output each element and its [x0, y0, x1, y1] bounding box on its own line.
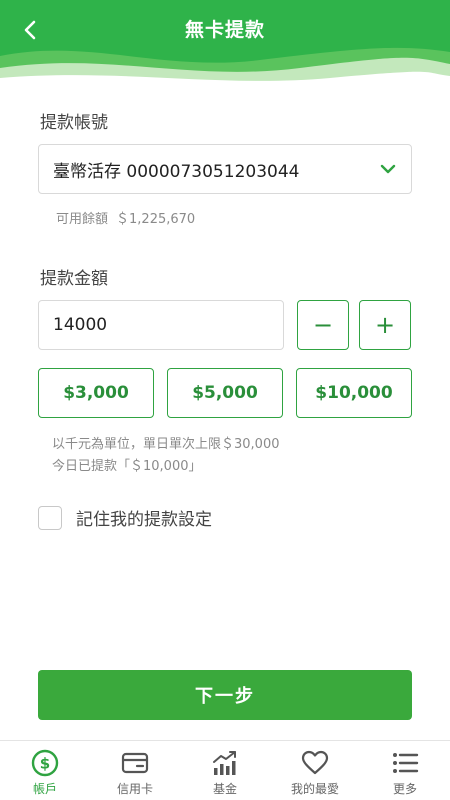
tab-credit-card[interactable]: 信用卡	[90, 741, 180, 800]
list-icon	[393, 753, 419, 773]
next-button[interactable]: 下一步	[38, 670, 412, 720]
withdraw-limit-note: 以千元為單位，單日單次上限＄30,000	[52, 437, 280, 452]
increment-button[interactable]: +	[359, 300, 411, 350]
bottom-tab-bar: $ 帳戶 信用卡 基金 我的最愛 更多	[0, 740, 450, 800]
remember-settings-label[interactable]: 記住我的提款設定	[76, 505, 212, 530]
amount-label: 提款金額	[40, 269, 108, 289]
tab-favorites[interactable]: 我的最愛	[270, 741, 360, 800]
heart-icon	[301, 750, 329, 775]
account-select[interactable]: 臺幣活存 0000073051203044	[38, 144, 412, 194]
chart-icon	[213, 751, 236, 775]
quick-amount-3000-button[interactable]: $3,000	[38, 368, 154, 418]
withdrawn-today-note: 今日已提款「＄10,000」	[52, 459, 202, 474]
balance-value: ＄1,225,670	[116, 212, 196, 227]
balance-hint: 可用餘額 ＄1,225,670	[56, 208, 195, 227]
header-bar: 無卡提款	[0, 0, 450, 88]
quick-amount-5000-button[interactable]: $5,000	[167, 368, 283, 418]
tab-fund[interactable]: 基金	[180, 741, 270, 800]
tab-account-label: 帳戶	[32, 782, 57, 796]
chevron-down-icon	[380, 164, 396, 174]
tab-credit-card-label: 信用卡	[116, 782, 153, 796]
account-select-value: 臺幣活存 0000073051203044	[53, 161, 300, 182]
tab-more-label: 更多	[392, 782, 417, 796]
dollar-circle-icon: $	[31, 749, 59, 777]
minus-icon: −	[312, 311, 334, 339]
svg-text:$: $	[40, 755, 50, 773]
tab-favorites-label: 我的最愛	[290, 782, 339, 796]
amount-input[interactable]	[38, 300, 284, 350]
account-label: 提款帳號	[40, 113, 108, 133]
tab-account[interactable]: $ 帳戶	[0, 741, 90, 800]
decrement-button[interactable]: −	[297, 300, 349, 350]
tab-more[interactable]: 更多	[360, 741, 450, 800]
tab-fund-label: 基金	[212, 782, 237, 796]
plus-icon: +	[374, 311, 396, 339]
quick-amount-10000-button[interactable]: $10,000	[296, 368, 412, 418]
credit-card-icon	[121, 752, 149, 774]
remember-settings-checkbox[interactable]	[38, 506, 62, 530]
page-title: 無卡提款	[184, 19, 265, 41]
balance-label: 可用餘額	[56, 212, 109, 227]
